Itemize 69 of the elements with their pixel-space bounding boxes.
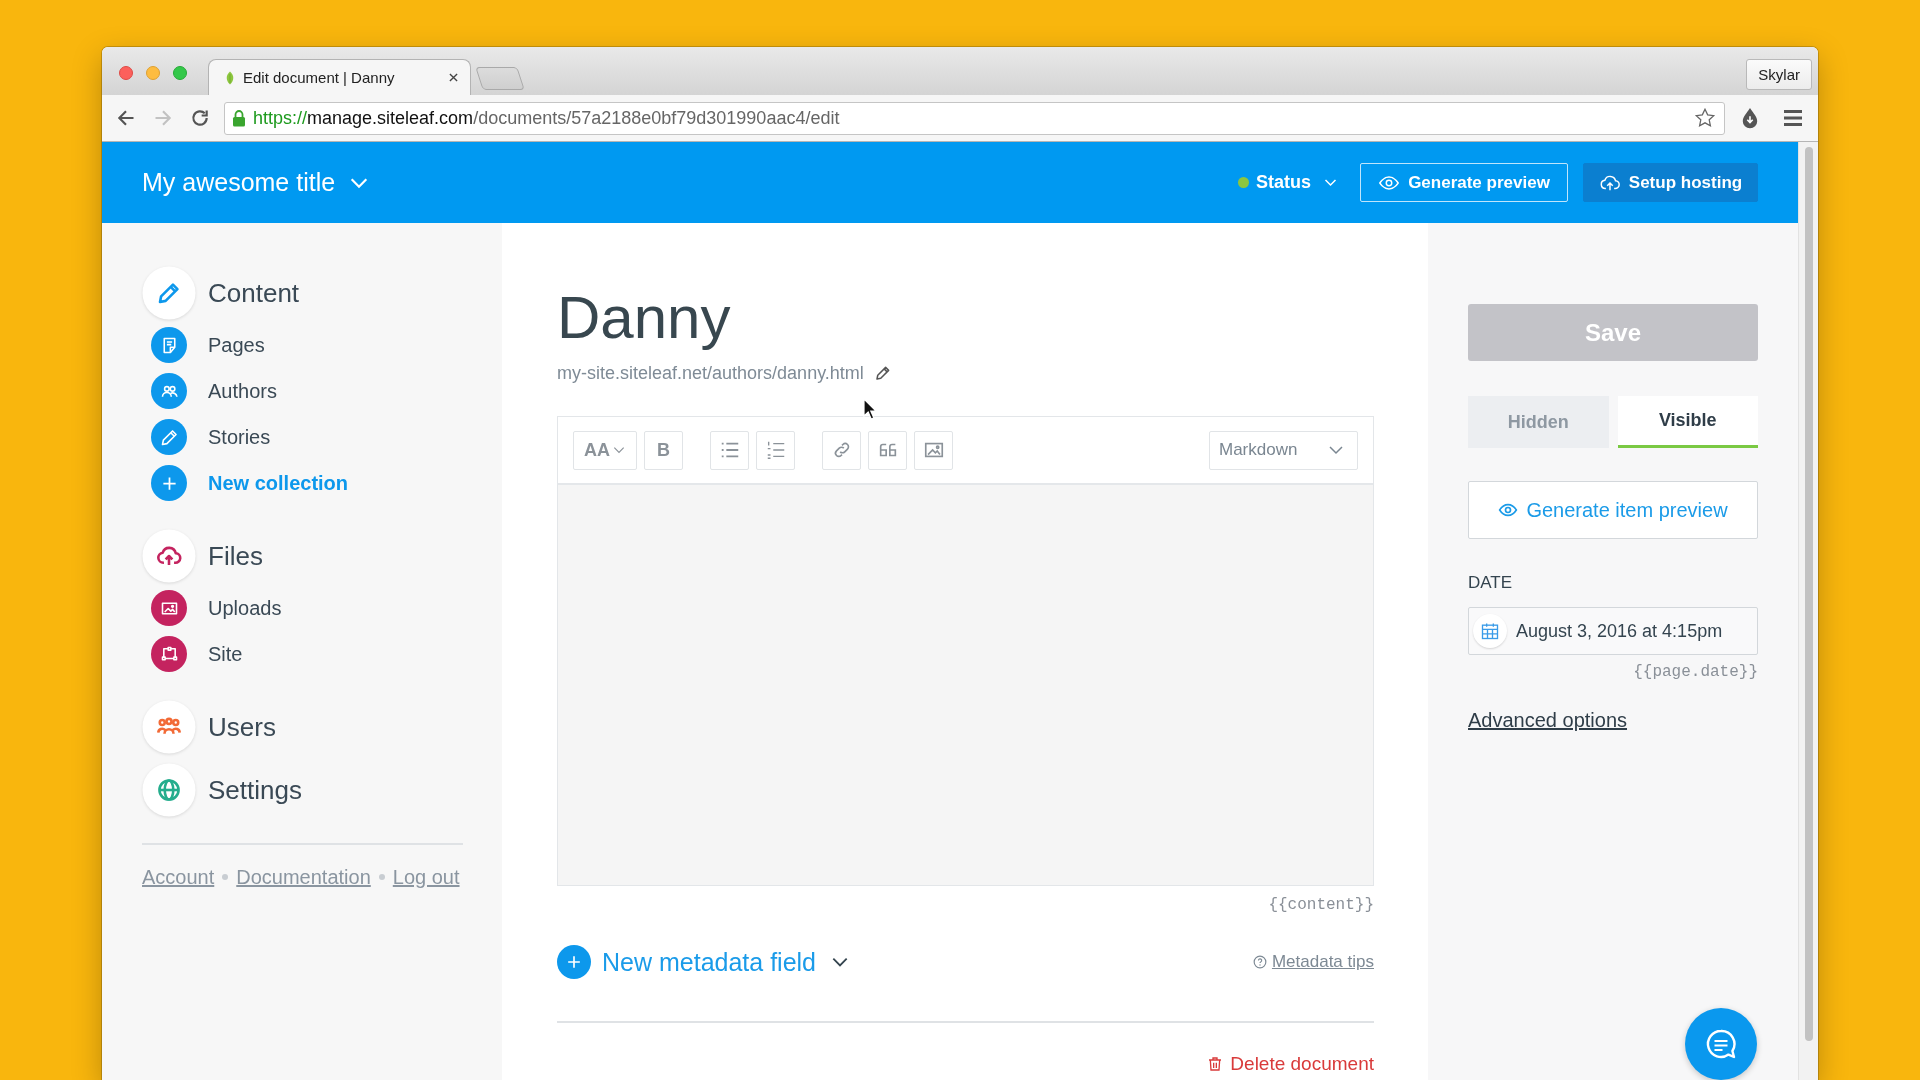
separator-dot-icon xyxy=(378,874,385,880)
advanced-options-link[interactable]: Advanced options xyxy=(1468,708,1627,732)
date-field[interactable]: August 3, 2016 at 4:15pm xyxy=(1468,607,1758,655)
sidebar-link[interactable]: Authors xyxy=(142,373,277,409)
visibility-tab[interactable]: Visible xyxy=(1617,396,1758,448)
site-title-dropdown[interactable]: My awesome title xyxy=(142,168,371,197)
sidebar-section-link[interactable]: Files xyxy=(142,529,263,583)
item-preview-button[interactable]: Generate item preview xyxy=(1468,481,1758,539)
setup-hosting-button[interactable]: Setup hosting xyxy=(1583,163,1758,202)
footer-link[interactable]: Account xyxy=(142,865,215,889)
scrollbar-thumb[interactable] xyxy=(1805,147,1813,1041)
permalink-text: my-site.siteleaf.net/authors/danny.html xyxy=(557,362,864,385)
browser-tab[interactable]: Edit document | Danny xyxy=(208,59,471,95)
sidebar-link[interactable]: Stories xyxy=(142,419,271,455)
format-dropdown[interactable]: Markdown xyxy=(1209,430,1358,470)
template-variable-text: {{content}} xyxy=(1268,895,1374,915)
sidebar-section-link[interactable]: Settings xyxy=(142,763,302,817)
sidebar-link[interactable]: Site xyxy=(142,636,243,672)
help-icon xyxy=(1252,955,1267,969)
visibility-tab[interactable]: Hidden xyxy=(1468,396,1609,448)
people-icon xyxy=(151,373,187,409)
menu-icon[interactable] xyxy=(1783,109,1803,127)
profile-button[interactable]: Skylar xyxy=(1746,59,1812,90)
close-icon[interactable] xyxy=(449,73,458,82)
status-dropdown[interactable]: Status xyxy=(1238,172,1338,193)
leaf-icon xyxy=(225,70,235,85)
image-icon xyxy=(151,590,187,626)
separator-dot-icon xyxy=(222,874,229,880)
document-icon xyxy=(151,327,187,363)
plus-icon xyxy=(151,465,187,501)
link-button[interactable] xyxy=(822,430,861,470)
star-icon[interactable] xyxy=(1694,107,1716,129)
generate-preview-button[interactable]: Generate preview xyxy=(1360,163,1568,202)
metadata-tips-link[interactable]: Metadata tips xyxy=(1252,952,1374,972)
numbered-list-button[interactable] xyxy=(756,430,795,470)
footer-link[interactable]: Documentation xyxy=(236,865,371,889)
template-variable-text: {{page.date}} xyxy=(1633,662,1758,682)
sidebar-link[interactable]: Uploads xyxy=(142,590,282,626)
sidebar-section-link[interactable]: Users xyxy=(142,700,276,754)
cloud-upload-icon xyxy=(142,529,196,583)
trash-icon xyxy=(1207,1056,1224,1072)
sidebar-link[interactable]: New collection xyxy=(142,465,349,501)
bullet-list-button[interactable] xyxy=(710,430,749,470)
document-title: Danny xyxy=(557,283,731,353)
vector-nodes-icon xyxy=(151,636,187,672)
pencil-icon[interactable] xyxy=(873,364,892,382)
delete-document-link[interactable]: Delete document xyxy=(1207,1053,1374,1075)
minimize-window-button[interactable] xyxy=(146,66,160,80)
sidebar-section-link[interactable]: Content xyxy=(142,266,300,320)
pencil-icon xyxy=(151,419,187,455)
back-arrow-icon[interactable] xyxy=(116,108,136,128)
date-label: DATE xyxy=(1468,573,1513,593)
address-bar[interactable]: https://manage.siteleaf.com/documents/57a2188e0bf79d301990aac4/edit xyxy=(224,101,1725,135)
add-metadata-button[interactable]: New metadata field xyxy=(557,945,850,979)
globe-icon xyxy=(142,763,196,817)
drop-icon[interactable] xyxy=(1741,107,1759,129)
calendar-icon xyxy=(1473,614,1507,648)
plus-icon xyxy=(557,945,591,979)
maximize-window-button[interactable] xyxy=(173,66,187,80)
people-icon xyxy=(142,700,196,754)
sidebar-link[interactable]: Pages xyxy=(142,327,265,363)
quote-button[interactable] xyxy=(868,430,907,470)
close-window-button[interactable] xyxy=(119,66,133,80)
font-size-button[interactable]: AA xyxy=(573,430,637,470)
bold-button[interactable]: B xyxy=(644,430,683,470)
reload-icon[interactable] xyxy=(190,108,210,128)
footer-link[interactable]: Log out xyxy=(392,865,460,889)
pencil-icon xyxy=(142,266,196,320)
image-button[interactable] xyxy=(914,430,953,470)
